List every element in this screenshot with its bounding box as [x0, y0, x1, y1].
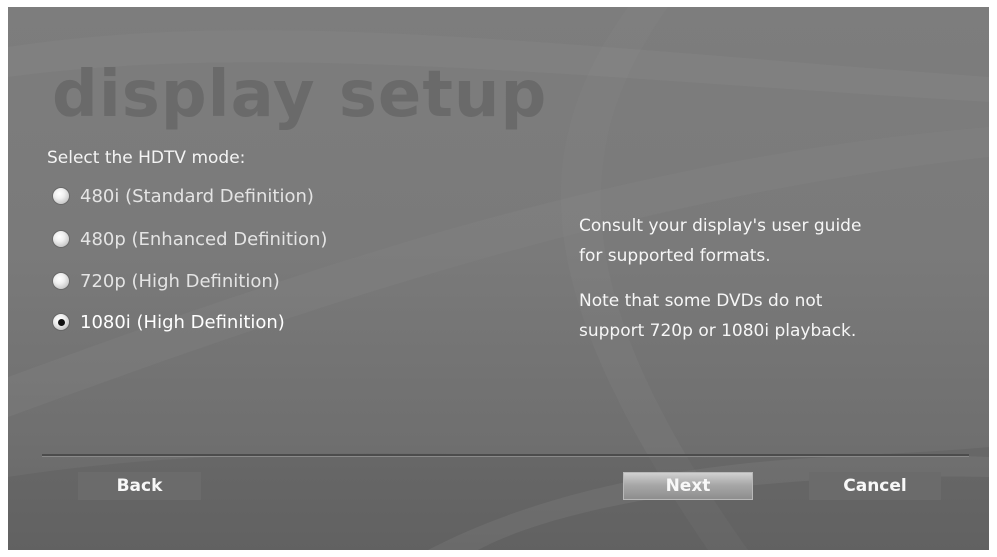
- info-line: support 720p or 1080i playback.: [579, 321, 857, 341]
- radio-selected-icon[interactable]: [53, 314, 69, 330]
- display-setup-screen: display setup Select the HDTV mode: 480i…: [8, 7, 989, 550]
- hdtv-mode-prompt: Select the HDTV mode:: [47, 148, 246, 168]
- option-1080i[interactable]: 1080i (High Definition): [53, 309, 285, 335]
- next-button[interactable]: Next: [623, 472, 753, 500]
- option-label: 480i (Standard Definition): [80, 185, 314, 207]
- option-480i[interactable]: 480i (Standard Definition): [53, 183, 314, 209]
- option-label: 720p (High Definition): [80, 270, 280, 292]
- back-button[interactable]: Back: [78, 472, 201, 500]
- cancel-button[interactable]: Cancel: [809, 472, 941, 500]
- info-line: for supported formats.: [579, 246, 771, 266]
- radio-unselected-icon[interactable]: [53, 188, 69, 204]
- page-title: display setup: [52, 58, 548, 132]
- option-label: 1080i (High Definition): [80, 311, 285, 333]
- info-line: Note that some DVDs do not: [579, 291, 823, 311]
- info-line: Consult your display's user guide: [579, 216, 862, 236]
- radio-dot: [57, 318, 65, 326]
- radio-unselected-icon[interactable]: [53, 273, 69, 289]
- option-480p[interactable]: 480p (Enhanced Definition): [53, 226, 327, 252]
- option-720p[interactable]: 720p (High Definition): [53, 268, 280, 294]
- divider: [42, 454, 969, 457]
- radio-unselected-icon[interactable]: [53, 231, 69, 247]
- option-label: 480p (Enhanced Definition): [80, 228, 328, 250]
